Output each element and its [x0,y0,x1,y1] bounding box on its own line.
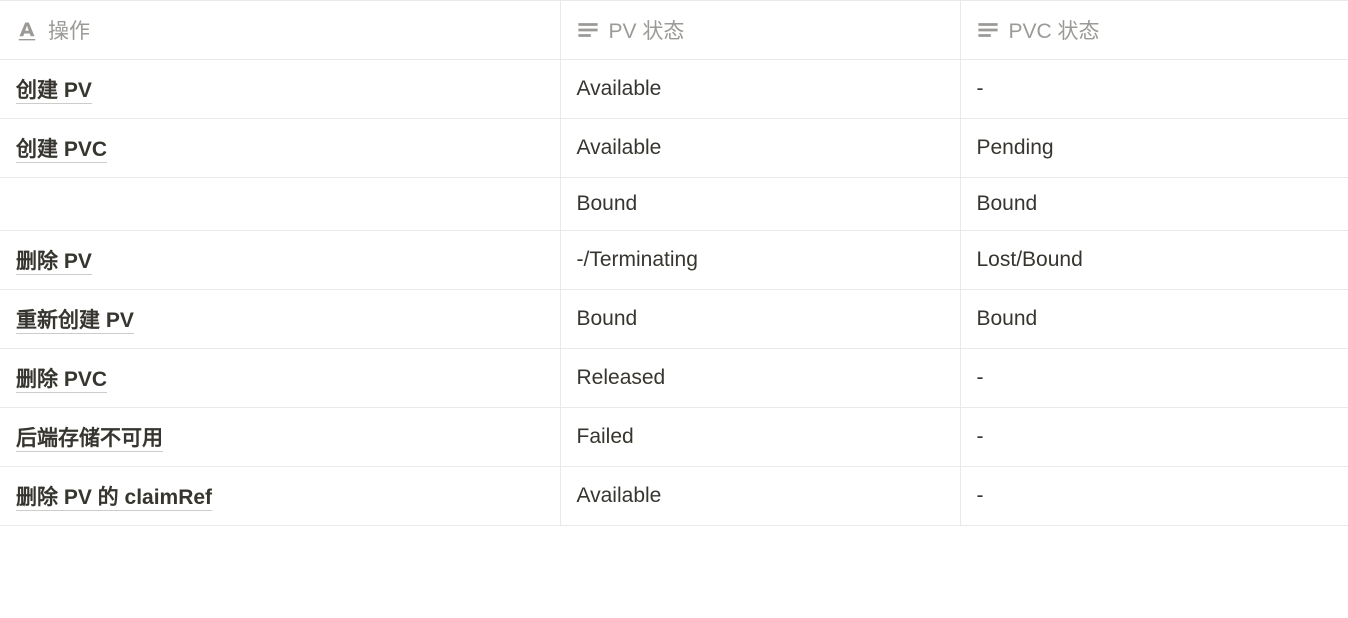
cell-pvc-status[interactable]: - [960,467,1348,526]
cell-operation[interactable]: 后端存储不可用 [0,408,560,467]
cell-operation[interactable]: 创建 PV [0,60,560,119]
header-row: 操作 PV 状态 PVC 状 [0,1,1348,60]
cell-operation[interactable]: 重新创建 PV [0,290,560,349]
cell-pvc-status[interactable]: Bound [960,290,1348,349]
status-table: 操作 PV 状态 PVC 状 [0,0,1348,526]
column-header-pvc-status[interactable]: PVC 状态 [960,1,1348,60]
table-row[interactable]: 后端存储不可用 Failed - [0,408,1348,467]
table-row[interactable]: 删除 PVC Released - [0,349,1348,408]
cell-pv-status[interactable]: Bound [560,178,960,231]
text-property-icon [577,19,599,41]
cell-pv-status[interactable]: Released [560,349,960,408]
column-header-label: 操作 [48,15,90,45]
cell-operation[interactable]: 创建 PVC [0,119,560,178]
text-property-icon [977,19,999,41]
column-header-label: PVC 状态 [1009,15,1100,45]
cell-pv-status[interactable]: Available [560,119,960,178]
cell-pv-status[interactable]: Bound [560,290,960,349]
table-row[interactable]: 删除 PV 的 claimRef Available - [0,467,1348,526]
table-row[interactable]: 删除 PV -/Terminating Lost/Bound [0,231,1348,290]
cell-pvc-status[interactable]: - [960,349,1348,408]
table-row[interactable]: 创建 PV Available - [0,60,1348,119]
cell-pv-status[interactable]: Available [560,467,960,526]
table-body: 创建 PV Available - 创建 PVC Available Pendi… [0,60,1348,526]
cell-operation[interactable]: 删除 PV [0,231,560,290]
cell-pv-status[interactable]: Failed [560,408,960,467]
column-header-label: PV 状态 [609,15,685,45]
cell-pvc-status[interactable]: - [960,60,1348,119]
cell-pvc-status[interactable]: Lost/Bound [960,231,1348,290]
table-row[interactable]: Bound Bound [0,178,1348,231]
cell-pvc-status[interactable]: - [960,408,1348,467]
cell-operation[interactable] [0,178,560,231]
cell-pvc-status[interactable]: Bound [960,178,1348,231]
cell-operation[interactable]: 删除 PVC [0,349,560,408]
column-header-operation[interactable]: 操作 [0,1,560,60]
cell-pv-status[interactable]: Available [560,60,960,119]
table-container: 操作 PV 状态 PVC 状 [0,0,1348,526]
cell-pvc-status[interactable]: Pending [960,119,1348,178]
table-row[interactable]: 创建 PVC Available Pending [0,119,1348,178]
title-property-icon [16,19,38,41]
table-row[interactable]: 重新创建 PV Bound Bound [0,290,1348,349]
cell-operation[interactable]: 删除 PV 的 claimRef [0,467,560,526]
cell-pv-status[interactable]: -/Terminating [560,231,960,290]
column-header-pv-status[interactable]: PV 状态 [560,1,960,60]
